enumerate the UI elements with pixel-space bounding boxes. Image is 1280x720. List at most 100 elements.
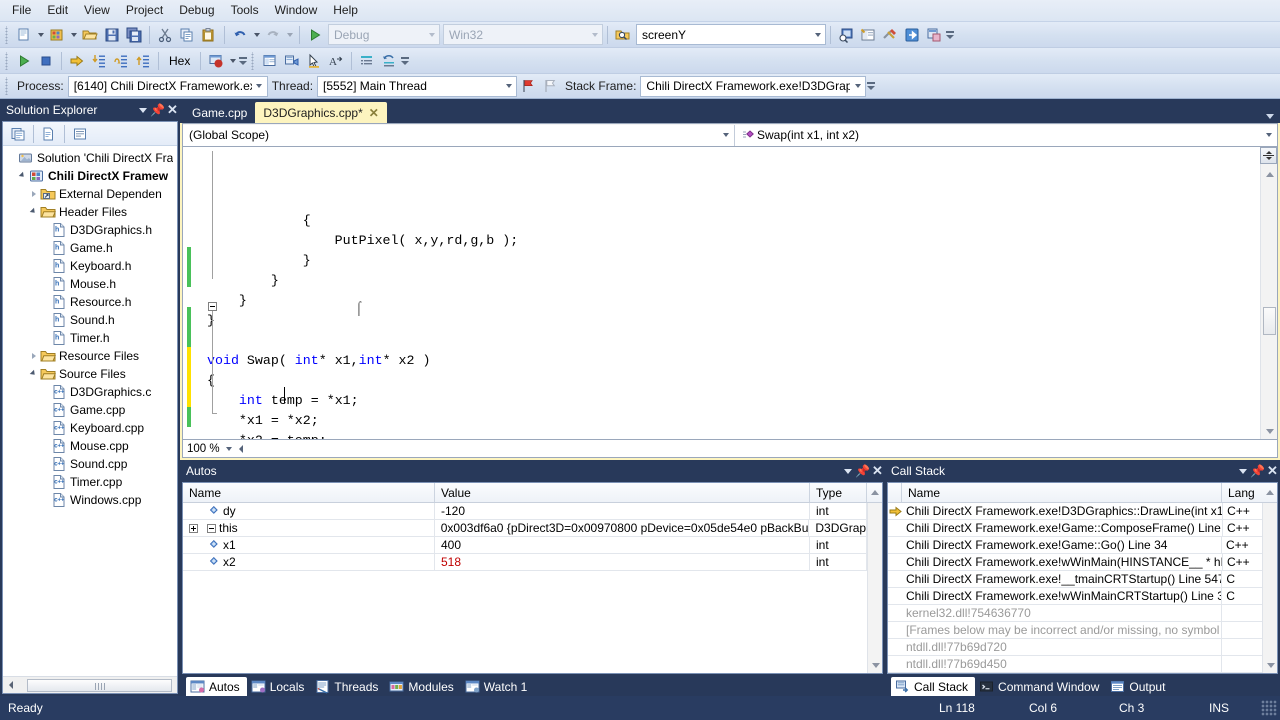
tree-item-d3dgraphics-h[interactable]: h D3DGraphics.h bbox=[3, 221, 177, 239]
autos-row[interactable]: x2 518 int bbox=[183, 554, 867, 571]
document-tab-game-cpp[interactable]: Game.cpp bbox=[184, 102, 255, 123]
scroll-up-icon[interactable] bbox=[1261, 166, 1277, 182]
save-icon[interactable] bbox=[101, 24, 123, 46]
new-project-dropdown-icon[interactable] bbox=[68, 24, 79, 46]
toolbar-grip[interactable] bbox=[250, 51, 258, 70]
tree-item-resource-h[interactable]: h Resource.h bbox=[3, 293, 177, 311]
properties-window-icon[interactable] bbox=[857, 24, 879, 46]
tree-item-game-cpp[interactable]: c++ Game.cpp bbox=[3, 401, 177, 419]
cut-icon[interactable] bbox=[154, 24, 176, 46]
thread-flag-icon[interactable] bbox=[517, 75, 539, 97]
save-all-icon[interactable] bbox=[123, 24, 145, 46]
scope-combo[interactable]: (Global Scope) bbox=[183, 124, 735, 146]
chevron-down-icon[interactable] bbox=[501, 77, 516, 96]
tool-tab-command-window[interactable]: Command Window bbox=[975, 677, 1106, 696]
autos-cell-name[interactable]: dy bbox=[183, 503, 435, 519]
document-tab-d3dgraphics-cpp[interactable]: D3DGraphics.cpp* ✕ bbox=[255, 102, 387, 123]
menu-item-window[interactable]: Window bbox=[267, 0, 326, 21]
undo-dropdown-icon[interactable] bbox=[251, 24, 262, 46]
callstack-row[interactable]: Chili DirectX Framework.exe!wWinMainCRTS… bbox=[888, 588, 1262, 605]
undo-icon[interactable] bbox=[229, 24, 251, 46]
tree-item-solution-chili-directx-fra[interactable]: Solution 'Chili DirectX Fra bbox=[3, 149, 177, 167]
callstack-cell-name[interactable]: Chili DirectX Framework.exe!wWinMain(HIN… bbox=[902, 554, 1223, 570]
breakpoints-dropdown-icon[interactable] bbox=[227, 50, 238, 72]
breakpoints-window-icon[interactable] bbox=[205, 50, 227, 72]
uncomment-icon[interactable] bbox=[378, 50, 400, 72]
solution-platform-combo[interactable]: Win32 bbox=[443, 24, 603, 45]
autos-col-name[interactable]: Name bbox=[183, 483, 435, 502]
callstack-row[interactable]: kernel32.dll!754636770 bbox=[888, 605, 1262, 622]
tool-tab-watch-1[interactable]: Watch 1 bbox=[461, 677, 535, 696]
stack-frame-combo[interactable]: Chili DirectX Framework.exe!D3DGraphics: bbox=[640, 75, 867, 97]
find-symbol-icon[interactable] bbox=[835, 24, 857, 46]
chevron-collapsed-icon[interactable] bbox=[28, 185, 40, 203]
tool-tab-autos[interactable]: Autos bbox=[186, 677, 247, 696]
solution-explorer-icon[interactable] bbox=[259, 50, 281, 72]
scroll-left-icon[interactable] bbox=[3, 678, 19, 693]
start-debug-icon[interactable] bbox=[304, 24, 326, 46]
scroll-down-icon[interactable] bbox=[868, 657, 882, 673]
continue-icon[interactable] bbox=[13, 50, 35, 72]
callstack-row[interactable]: Chili DirectX Framework.exe!wWinMain(HIN… bbox=[888, 554, 1262, 571]
tree-item-keyboard-h[interactable]: h Keyboard.h bbox=[3, 257, 177, 275]
close-icon[interactable]: ✕ bbox=[165, 101, 180, 119]
callstack-row[interactable]: ntdll.dll!77b69d720 bbox=[888, 639, 1262, 656]
menu-item-project[interactable]: Project bbox=[118, 0, 171, 21]
tree-item-sound-cpp[interactable]: c++ Sound.cpp bbox=[3, 455, 177, 473]
toolbar-overflow-icon[interactable] bbox=[945, 24, 955, 46]
toolbox-icon[interactable] bbox=[923, 24, 945, 46]
tree-item-sound-h[interactable]: h Sound.h bbox=[3, 311, 177, 329]
tool-tab-modules[interactable]: Modules bbox=[385, 677, 460, 696]
menu-item-tools[interactable]: Tools bbox=[223, 0, 267, 21]
tree-item-mouse-cpp[interactable]: c++ Mouse.cpp bbox=[3, 437, 177, 455]
autos-row[interactable]: x1 400 int bbox=[183, 537, 867, 554]
chevron-down-icon[interactable] bbox=[424, 25, 439, 44]
chevron-down-icon[interactable] bbox=[718, 133, 734, 137]
new-project-icon[interactable] bbox=[46, 24, 68, 46]
callstack-row[interactable]: ntdll.dll!77b69d450 bbox=[888, 656, 1262, 673]
callstack-grid[interactable]: Name Lang Chili DirectX Framework.exe!D3… bbox=[887, 482, 1278, 674]
redo-dropdown-icon[interactable] bbox=[284, 24, 295, 46]
pin-icon[interactable]: 📌 bbox=[150, 101, 165, 119]
pin-icon[interactable]: 📌 bbox=[855, 462, 870, 480]
callstack-col-name[interactable]: Name bbox=[902, 483, 1222, 502]
thread-combo[interactable]: [5552] Main Thread bbox=[317, 75, 518, 97]
paste-icon[interactable] bbox=[198, 24, 220, 46]
tool-tab-output[interactable]: Output bbox=[1106, 677, 1172, 696]
pointer-icon[interactable] bbox=[303, 50, 325, 72]
menu-item-edit[interactable]: Edit bbox=[39, 0, 76, 21]
tree-item-chili-directx-framew[interactable]: Chili DirectX Framew bbox=[3, 167, 177, 185]
callstack-cell-name[interactable]: Chili DirectX Framework.exe!Game::Compos… bbox=[902, 520, 1223, 536]
autos-vscrollbar[interactable] bbox=[867, 503, 882, 673]
menu-item-view[interactable]: View bbox=[76, 0, 118, 21]
new-item-dropdown-icon[interactable] bbox=[35, 24, 46, 46]
redo-icon[interactable] bbox=[262, 24, 284, 46]
tree-item-header-files[interactable]: Header Files bbox=[3, 203, 177, 221]
solution-configuration-combo[interactable]: Debug bbox=[328, 24, 440, 45]
callstack-row[interactable]: Chili DirectX Framework.exe!Game::Go() L… bbox=[888, 537, 1262, 554]
chevron-down-icon[interactable] bbox=[810, 25, 825, 44]
pin-icon[interactable]: 📌 bbox=[1250, 462, 1265, 480]
autos-cell-value[interactable]: 0x003df6a0 {pDirect3D=0x00970800 pDevice… bbox=[435, 520, 810, 536]
tree-item-timer-h[interactable]: h Timer.h bbox=[3, 329, 177, 347]
code-editor[interactable]: { PutPixel( x,y,rd,g,b ); } } }} void Sw… bbox=[182, 146, 1278, 440]
solution-explorer-hscrollbar[interactable] bbox=[3, 676, 177, 693]
show-all-files-icon[interactable] bbox=[38, 123, 60, 145]
resize-grip-icon[interactable] bbox=[1261, 700, 1277, 716]
callstack-cell-name[interactable]: ntdll.dll!77b69d450 bbox=[902, 656, 1222, 672]
find-in-files-icon[interactable] bbox=[612, 24, 634, 46]
solution-tree[interactable]: Solution 'Chili DirectX Fra Chili DirectX… bbox=[3, 146, 177, 676]
chevron-down-icon[interactable] bbox=[1235, 462, 1250, 480]
callstack-cell-name[interactable]: Chili DirectX Framework.exe!Game::Go() L… bbox=[902, 537, 1222, 553]
callstack-cell-name[interactable]: [Frames below may be incorrect and/or mi… bbox=[902, 622, 1222, 638]
magnifier-diamond-icon[interactable] bbox=[209, 506, 220, 517]
autos-cell-value[interactable]: 518 bbox=[435, 554, 810, 570]
autos-col-type[interactable]: Type bbox=[810, 483, 867, 502]
properties-icon[interactable] bbox=[7, 123, 29, 145]
step-over-icon[interactable] bbox=[110, 50, 132, 72]
autos-col-value[interactable]: Value bbox=[435, 483, 810, 502]
comment-icon[interactable] bbox=[356, 50, 378, 72]
editor-splitter-control[interactable] bbox=[1260, 147, 1277, 164]
chevron-expanded-icon[interactable] bbox=[17, 167, 29, 185]
thread-flag-outline-icon[interactable] bbox=[539, 75, 561, 97]
